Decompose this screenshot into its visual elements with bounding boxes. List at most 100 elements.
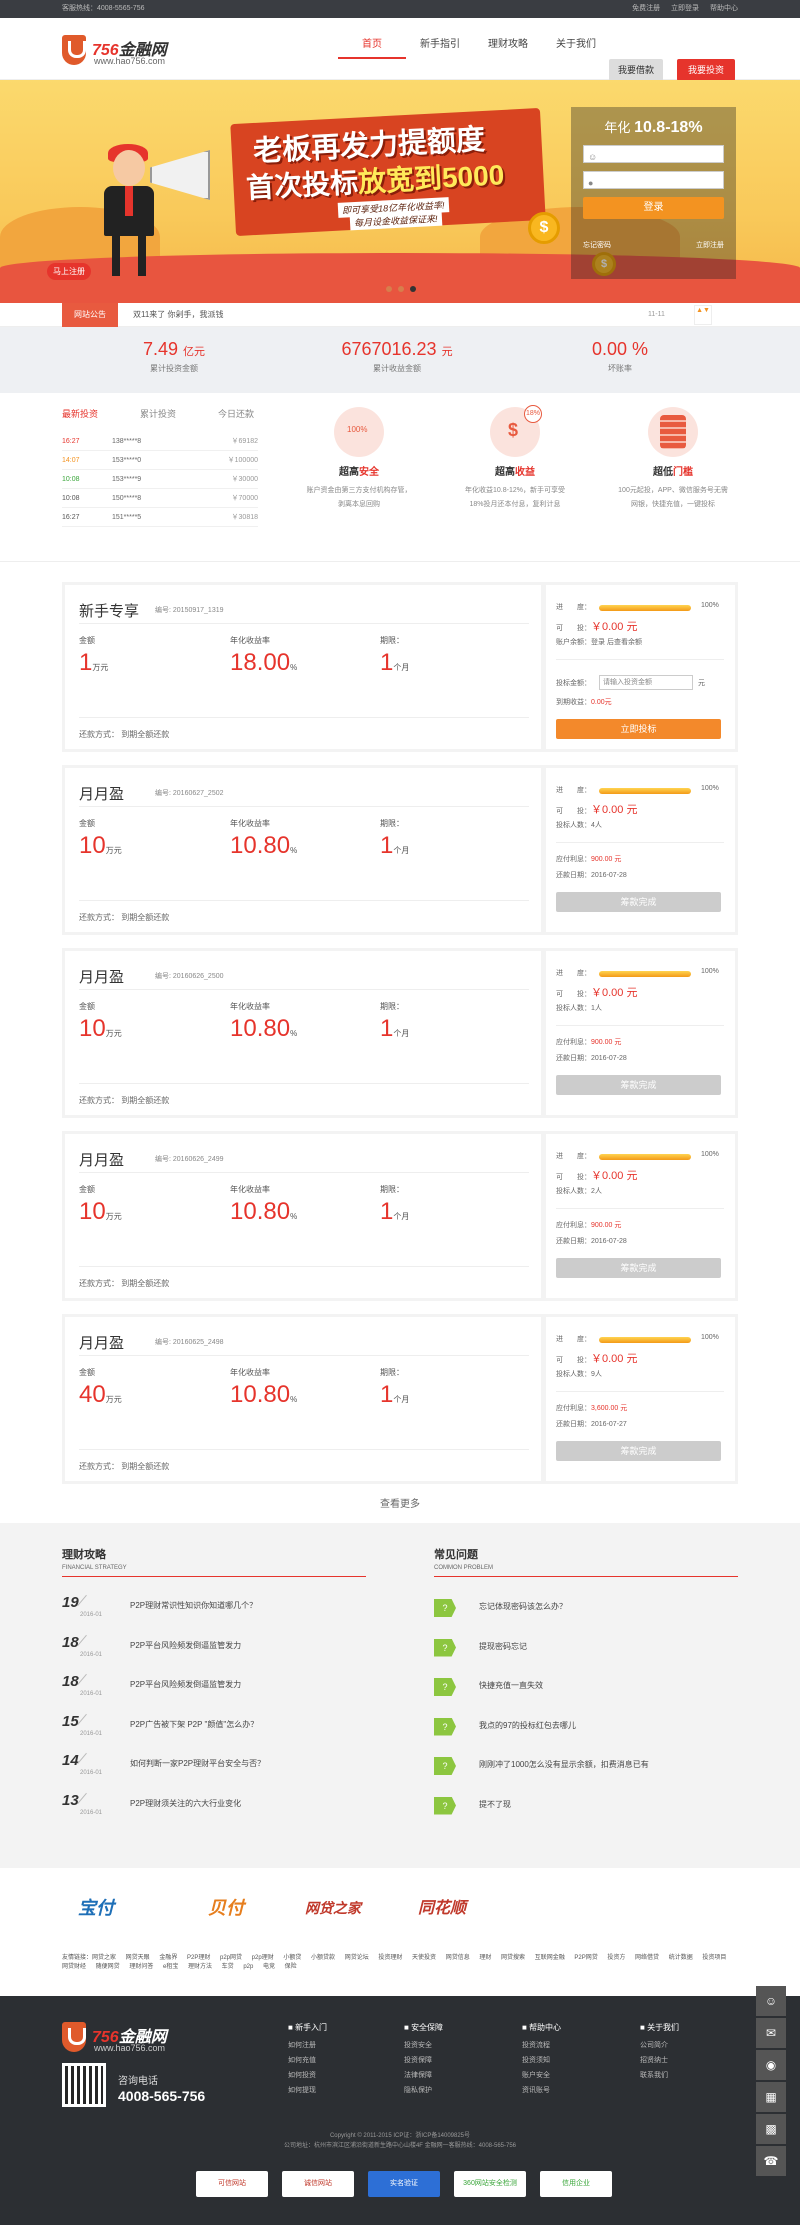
article-title[interactable]: P2P平台风险频发倒逼监管发力 xyxy=(130,1640,241,1651)
list-item[interactable]: 14 2016-01 如何判断一家P2P理财平台安全与否？ xyxy=(62,1752,366,1792)
username-input[interactable] xyxy=(583,145,724,163)
faq-question[interactable]: 提不了现 xyxy=(479,1799,511,1810)
footer-link[interactable]: 如何投资 xyxy=(288,2068,327,2083)
invest-amount-input[interactable]: 请输入投资金额 xyxy=(599,675,693,690)
notice-text[interactable]: 双11来了 你剁手，我派钱 xyxy=(133,303,224,327)
product-name[interactable]: 新手专享 xyxy=(79,600,139,621)
invest-amount-unit: 元 xyxy=(698,680,705,687)
footer-link[interactable]: 资讯账号 xyxy=(522,2083,561,2098)
carousel-dot[interactable] xyxy=(410,286,416,292)
tab-latest-invest[interactable]: 最新投资 xyxy=(62,407,140,425)
article-title[interactable]: P2P广告被下架 P2P "颜值"怎么办？ xyxy=(130,1719,258,1730)
partner-logo-beifu[interactable]: 贝付 xyxy=(208,1894,244,1924)
view-more-link[interactable]: 查看更多 xyxy=(0,1495,800,1510)
forgot-password-link[interactable]: 忘记密码 xyxy=(583,240,611,250)
list-item[interactable]: 13 2016-01 P2P理财须关注的六大行业变化 xyxy=(62,1792,366,1832)
product-name[interactable]: 月月盈 xyxy=(79,1332,124,1353)
register-now-tag[interactable]: 马上注册 xyxy=(47,263,91,280)
article-title[interactable]: P2P平台风险频发倒逼监管发力 xyxy=(130,1679,241,1690)
chat-icon[interactable]: ✉ xyxy=(756,2018,786,2048)
nav-about[interactable]: 关于我们 xyxy=(542,34,610,59)
trust-badge[interactable]: 信用企业 xyxy=(540,2171,612,2197)
footer-link[interactable]: 招贤纳士 xyxy=(640,2053,679,2068)
borrow-button[interactable]: 我要借款 xyxy=(609,59,663,81)
list-item[interactable]: ? 快捷充值一直失效 xyxy=(434,1676,738,1716)
product-number: 编号: 20160626_2500 xyxy=(155,973,224,980)
footer-link[interactable]: 联系我们 xyxy=(640,2068,679,2083)
invest-now-button[interactable]: 立即投标 xyxy=(556,719,721,739)
balance-row[interactable]: 账户余额：登录 后查看余额 xyxy=(556,637,642,647)
footer-link[interactable]: 投资保障 xyxy=(404,2053,443,2068)
carousel-dot[interactable] xyxy=(386,286,392,292)
register-link[interactable]: 免费注册 xyxy=(632,5,660,12)
article-title[interactable]: 如何判断一家P2P理财平台安全与否？ xyxy=(130,1758,265,1769)
nav-home[interactable]: 首页 xyxy=(338,34,406,59)
help-link[interactable]: 帮助中心 xyxy=(710,5,738,12)
login-link[interactable]: 立即登录 xyxy=(671,5,699,12)
footer-link[interactable]: 投资安全 xyxy=(404,2038,443,2053)
list-item[interactable]: ? 提不了现 xyxy=(434,1795,738,1835)
nav-strategy[interactable]: 理财攻略 xyxy=(474,34,542,59)
faq-question[interactable]: 刚刚冲了1000怎么没有显示余额，扣费消息已有 xyxy=(479,1759,649,1770)
tab-total-invest[interactable]: 累计投资 xyxy=(140,407,218,425)
footer-link[interactable]: 公司简介 xyxy=(640,2038,679,2053)
footer-link[interactable]: 如何充值 xyxy=(288,2053,327,2068)
footer-link[interactable]: 法律保障 xyxy=(404,2068,443,2083)
coin-stack-icon xyxy=(648,407,698,457)
product-name[interactable]: 月月盈 xyxy=(79,966,124,987)
faq-question[interactable]: 忘记体现密码该怎么办？ xyxy=(479,1601,567,1612)
product-name[interactable]: 月月盈 xyxy=(79,1149,124,1170)
list-item[interactable]: 19 2016-01 P2P理财常识性知识你知道哪几个？ xyxy=(62,1594,366,1634)
list-item[interactable]: ? 我点的97的投标红包去哪儿 xyxy=(434,1716,738,1756)
partner-logo-wangdai[interactable]: 网贷之家 xyxy=(305,1898,361,1928)
footer-link[interactable]: 投资须知 xyxy=(522,2053,561,2068)
footer-logo[interactable]: 756金融网 www.hao756.com xyxy=(62,2022,182,2056)
faq-question[interactable]: 提现密码忘记 xyxy=(479,1641,527,1652)
footer-link[interactable]: 账户安全 xyxy=(522,2068,561,2083)
footer-logo-url: www.hao756.com xyxy=(94,2043,166,2053)
footer-link[interactable]: 如何提现 xyxy=(288,2083,327,2098)
nav-guide[interactable]: 新手指引 xyxy=(406,34,474,59)
friend-links[interactable]: 友情链接：网贷之家 网贷天眼 金融界 P2P理财 p2p网贷 p2p理财 小额贷… xyxy=(62,1954,738,1972)
qr-code-icon[interactable]: ▩ xyxy=(756,2114,786,2144)
register-link[interactable]: 立即注册 xyxy=(696,240,724,250)
customer-service-icon[interactable]: ☺ xyxy=(756,1986,786,2016)
partner-logo-baofoo[interactable]: 宝付 xyxy=(78,1894,114,1924)
trust-badge[interactable]: 诚信网站 xyxy=(282,2171,354,2197)
list-item[interactable]: 18 2016-01 P2P平台风险频发倒逼监管发力 xyxy=(62,1673,366,1713)
list-item[interactable]: 18 2016-01 P2P平台风险频发倒逼监管发力 xyxy=(62,1634,366,1674)
banner-headline-2a: 首次投标 xyxy=(245,166,359,204)
list-item[interactable]: ? 忘记体现密码该怎么办？ xyxy=(434,1597,738,1637)
feature-title-a: 超低 xyxy=(653,467,673,478)
article-title[interactable]: P2P理财须关注的六大行业变化 xyxy=(130,1798,241,1809)
phone-icon[interactable]: ☎ xyxy=(756,2146,786,2176)
notice-arrows-icon[interactable]: ▲▼ xyxy=(694,305,712,325)
trust-badge[interactable]: 可信网站 xyxy=(196,2171,268,2197)
invest-button[interactable]: 我要投资 xyxy=(677,59,735,81)
product-card[interactable]: 月月盈 编号: 20160626_2500 金额 年化收益率 期限： 10万元 … xyxy=(62,948,738,1118)
faq-question[interactable]: 我点的97的投标红包去哪儿 xyxy=(479,1720,576,1731)
list-item[interactable]: ? 刚刚冲了1000怎么没有显示余额，扣费消息已有 xyxy=(434,1755,738,1795)
footer-link[interactable]: 投资流程 xyxy=(522,2038,561,2053)
carousel-dot[interactable] xyxy=(398,286,404,292)
article-title[interactable]: P2P理财常识性知识你知道哪几个？ xyxy=(130,1600,257,1611)
product-card[interactable]: 月月盈 编号: 20160626_2499 金额 年化收益率 期限： 10万元 … xyxy=(62,1131,738,1301)
product-card[interactable]: 月月盈 编号: 20160627_2502 金额 年化收益率 期限： 10万元 … xyxy=(62,765,738,935)
product-name[interactable]: 月月盈 xyxy=(79,783,124,804)
app-grid-icon[interactable]: ▦ xyxy=(756,2082,786,2112)
list-item[interactable]: 15 2016-01 P2P广告被下架 P2P "颜值"怎么办？ xyxy=(62,1713,366,1753)
faq-question[interactable]: 快捷充值一直失效 xyxy=(479,1680,543,1691)
footer-link[interactable]: 隐私保护 xyxy=(404,2083,443,2098)
product-card[interactable]: 新手专享 编号: 20150917_1319 金额 年化收益率 期限： 1万元 … xyxy=(62,582,738,752)
logo[interactable]: 756金融网 www.hao756.com xyxy=(62,35,182,69)
trust-badge[interactable]: 实名验证 xyxy=(368,2171,440,2197)
list-item[interactable]: ? 提现密码忘记 xyxy=(434,1637,738,1677)
trust-badge[interactable]: 360网站安全检测 xyxy=(454,2171,526,2197)
footer-link[interactable]: 如何注册 xyxy=(288,2038,327,2053)
partner-logo-tonghuashun[interactable]: 同花顺 xyxy=(418,1894,466,1924)
password-input[interactable] xyxy=(583,171,724,189)
product-card[interactable]: 月月盈 编号: 20160625_2498 金额 年化收益率 期限： 40万元 … xyxy=(62,1314,738,1484)
login-submit-button[interactable]: 登录 xyxy=(583,197,724,219)
tab-today-repay[interactable]: 今日还款 xyxy=(218,407,296,425)
weibo-icon[interactable]: ◉ xyxy=(756,2050,786,2080)
